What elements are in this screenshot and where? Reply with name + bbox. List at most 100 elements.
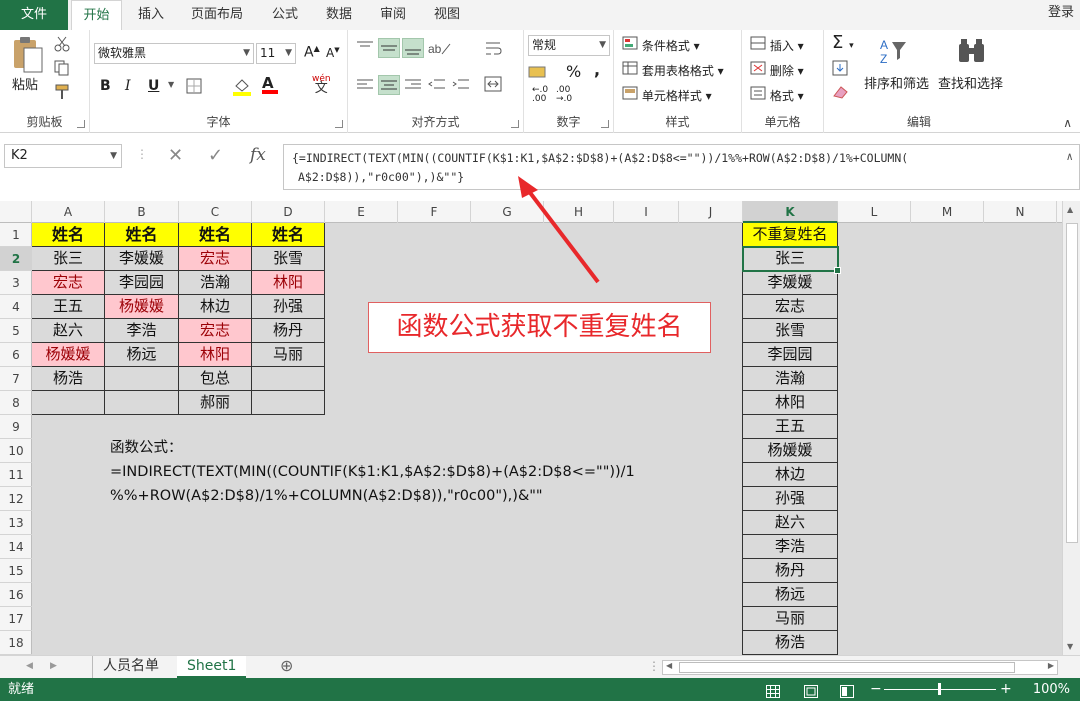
- column-header-n[interactable]: N: [984, 201, 1057, 223]
- table-cell[interactable]: 赵六: [32, 318, 105, 343]
- scroll-left-icon[interactable]: ◀: [666, 661, 672, 670]
- italic-button[interactable]: I: [125, 78, 131, 94]
- unique-name-cell[interactable]: 杨丹: [742, 558, 838, 583]
- align-middle-icon[interactable]: [378, 38, 400, 58]
- tab-page-layout[interactable]: 页面布局: [184, 0, 250, 30]
- zoom-percent[interactable]: 100%: [1033, 678, 1070, 701]
- underline-button[interactable]: U: [148, 78, 159, 94]
- unique-name-cell[interactable]: 张雪: [742, 318, 838, 343]
- tab-review[interactable]: 审阅: [374, 0, 412, 30]
- sheet-next-icon[interactable]: ▶: [40, 656, 67, 678]
- page-layout-view-icon[interactable]: [804, 683, 818, 701]
- unique-name-cell[interactable]: 赵六: [742, 510, 838, 535]
- row-header-10[interactable]: 10: [0, 439, 32, 463]
- worksheet-grid[interactable]: 姓名 张三 宏志 王五 赵六 杨媛媛 杨浩 姓名 李媛媛 李园园 杨媛媛 李浩 杨远 姓名 宏志 浩瀚 林边 宏志…: [32, 223, 1062, 655]
- column-header-e[interactable]: E: [325, 201, 398, 223]
- decrease-decimal-button[interactable]: .00 →.0: [556, 86, 572, 104]
- cell-styles-button[interactable]: 单元格样式 ▾: [622, 86, 712, 104]
- table-cell[interactable]: 李园园: [104, 270, 179, 295]
- row-header-3[interactable]: 3: [0, 271, 32, 295]
- zoom-slider[interactable]: [884, 683, 996, 695]
- unique-name-cell[interactable]: 王五: [742, 414, 838, 439]
- unique-name-cell[interactable]: 浩瀚: [742, 366, 838, 391]
- unique-name-cell[interactable]: 宏志: [742, 294, 838, 319]
- zoom-out-icon[interactable]: −: [870, 678, 882, 701]
- font-size-combo[interactable]: 11 ▼: [256, 43, 296, 64]
- login-link[interactable]: 登录: [1048, 0, 1074, 26]
- format-as-table-button[interactable]: 套用表格格式 ▾: [622, 61, 724, 79]
- scroll-right-icon[interactable]: ▶: [1048, 661, 1054, 670]
- borders-icon[interactable]: [186, 78, 204, 97]
- insert-function-button[interactable]: fx: [250, 145, 266, 165]
- column-header-l[interactable]: L: [838, 201, 911, 223]
- table-cell[interactable]: 浩瀚: [178, 270, 252, 295]
- column-header-i[interactable]: I: [614, 201, 679, 223]
- alignment-launcher-icon[interactable]: [511, 120, 519, 128]
- table-cell[interactable]: 马丽: [251, 342, 325, 367]
- table-cell[interactable]: 宏志: [32, 270, 105, 295]
- horizontal-scrollbar[interactable]: ◀ ▶: [662, 660, 1058, 675]
- delete-cells-button[interactable]: 删除 ▾: [750, 61, 804, 79]
- format-painter-icon[interactable]: [54, 84, 70, 103]
- decrease-indent-icon[interactable]: [428, 78, 446, 95]
- scroll-up-icon[interactable]: ▲: [1067, 205, 1073, 214]
- unique-header-cell[interactable]: 不重复姓名: [742, 223, 838, 247]
- table-cell[interactable]: 孙强: [251, 294, 325, 319]
- column-header-h[interactable]: H: [544, 201, 614, 223]
- table-cell[interactable]: [251, 390, 325, 415]
- wrap-text-icon[interactable]: [484, 40, 502, 61]
- column-header-j[interactable]: J: [679, 201, 743, 223]
- unique-name-cell[interactable]: 林阳: [742, 390, 838, 415]
- table-cell[interactable]: 包总: [178, 366, 252, 391]
- table-cell[interactable]: 杨媛媛: [104, 294, 179, 319]
- table-cell[interactable]: 宏志: [178, 318, 252, 343]
- confirm-formula-icon[interactable]: ✓: [208, 145, 223, 166]
- column-header-c[interactable]: C: [179, 201, 252, 223]
- page-break-view-icon[interactable]: [840, 683, 854, 701]
- font-color-button[interactable]: A: [262, 74, 278, 94]
- sheet-prev-icon[interactable]: ◀: [16, 656, 43, 678]
- tab-formulas[interactable]: 公式: [266, 0, 304, 30]
- table-cell[interactable]: [104, 366, 179, 391]
- autosum-button[interactable]: Σ ▾: [832, 32, 854, 53]
- align-left-icon[interactable]: [356, 78, 374, 95]
- add-sheet-icon[interactable]: ⊕: [270, 656, 303, 678]
- vertical-scrollbar[interactable]: ▲ ▼: [1062, 201, 1080, 655]
- column-header-b[interactable]: B: [105, 201, 179, 223]
- column-header-d[interactable]: D: [252, 201, 325, 223]
- unique-name-cell[interactable]: 张三: [742, 246, 838, 271]
- row-header-7[interactable]: 7: [0, 367, 32, 391]
- table-cell[interactable]: 宏志: [178, 246, 252, 271]
- table-header-cell[interactable]: 姓名: [178, 223, 252, 247]
- row-header-14[interactable]: 14: [0, 535, 32, 559]
- number-format-combo[interactable]: 常规 ▼: [528, 35, 610, 56]
- unique-name-cell[interactable]: 马丽: [742, 606, 838, 631]
- unique-name-cell[interactable]: 李媛媛: [742, 270, 838, 295]
- row-header-17[interactable]: 17: [0, 607, 32, 631]
- find-select-icon[interactable]: [956, 36, 988, 69]
- tab-home[interactable]: 开始: [71, 0, 122, 31]
- percent-button[interactable]: %: [566, 62, 581, 81]
- unique-name-cell[interactable]: 杨浩: [742, 630, 838, 655]
- format-cells-button[interactable]: 格式 ▾: [750, 86, 804, 104]
- row-header-6[interactable]: 6: [0, 343, 32, 367]
- zoom-in-icon[interactable]: +: [1000, 678, 1012, 701]
- tab-view[interactable]: 视图: [428, 0, 466, 30]
- increase-indent-icon[interactable]: [452, 78, 470, 95]
- cut-icon[interactable]: [54, 36, 70, 55]
- fill-icon[interactable]: [832, 60, 854, 79]
- sort-filter-button[interactable]: 排序和筛选: [864, 73, 929, 92]
- table-cell[interactable]: 郝丽: [178, 390, 252, 415]
- font-launcher-icon[interactable]: [335, 120, 343, 128]
- row-header-15[interactable]: 15: [0, 559, 32, 583]
- column-header-a[interactable]: A: [32, 201, 105, 223]
- insert-cells-button[interactable]: 插入 ▾: [750, 36, 804, 54]
- comma-button[interactable]: ,: [594, 60, 600, 79]
- table-cell[interactable]: 杨远: [104, 342, 179, 367]
- bold-button[interactable]: B: [100, 78, 111, 94]
- cancel-formula-icon[interactable]: ✕: [168, 145, 183, 166]
- expand-formula-icon[interactable]: ∧: [1066, 147, 1073, 166]
- find-select-button[interactable]: 查找和选择: [938, 73, 1003, 92]
- column-header-k[interactable]: K: [743, 201, 838, 223]
- clear-icon[interactable]: [832, 84, 854, 103]
